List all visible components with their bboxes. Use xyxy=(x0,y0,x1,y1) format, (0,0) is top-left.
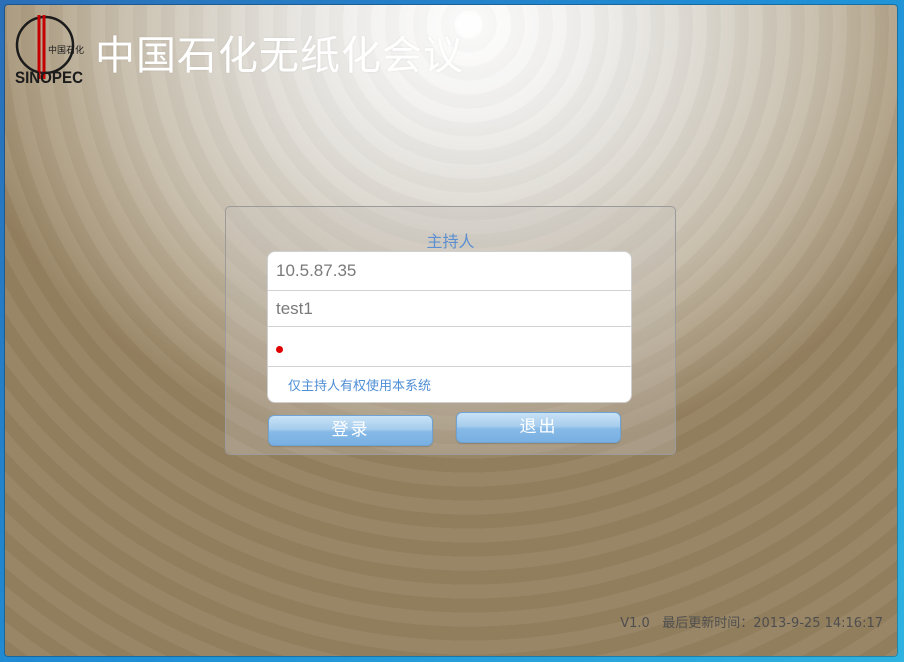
server-row xyxy=(268,252,631,291)
last-update-time: 最后更新时间：2013-9-25 14:16:17 xyxy=(662,616,883,631)
app-title: 中国石化无纸化会议 xyxy=(95,33,464,79)
password-input[interactable] xyxy=(268,327,631,366)
login-button[interactable]: 登录 xyxy=(268,415,433,446)
host-only-hint: 仅主持人有权使用本系统 xyxy=(288,379,432,394)
logo-brand-text: SINOPEC xyxy=(15,68,83,87)
username-row xyxy=(268,291,631,327)
sinopec-logo-icon: 中国石化 SINOPEC xyxy=(15,15,84,87)
username-input[interactable] xyxy=(268,291,631,326)
role-title: 主持人 xyxy=(426,232,475,251)
login-panel: 主持人 仅主持人有权使用本系统 登录 退出 xyxy=(225,206,676,455)
password-cursor-dot xyxy=(276,346,283,353)
logo-chinese-text: 中国石化 xyxy=(48,44,84,56)
version-number: V1.0 xyxy=(620,616,650,631)
password-row xyxy=(268,327,631,367)
server-address-input[interactable] xyxy=(268,252,631,290)
sinopec-logo: 中国石化 SINOPEC xyxy=(11,9,85,87)
login-field-box: 仅主持人有权使用本系统 xyxy=(267,251,632,403)
app-window: 中国石化 SINOPEC 中国石化无纸化会议 主持人 仅主持人有权使用本系统 登… xyxy=(5,5,897,656)
version-info: V1.0 最后更新时间：2013-9-25 14:16:17 xyxy=(620,612,883,631)
exit-button[interactable]: 退出 xyxy=(456,412,621,443)
